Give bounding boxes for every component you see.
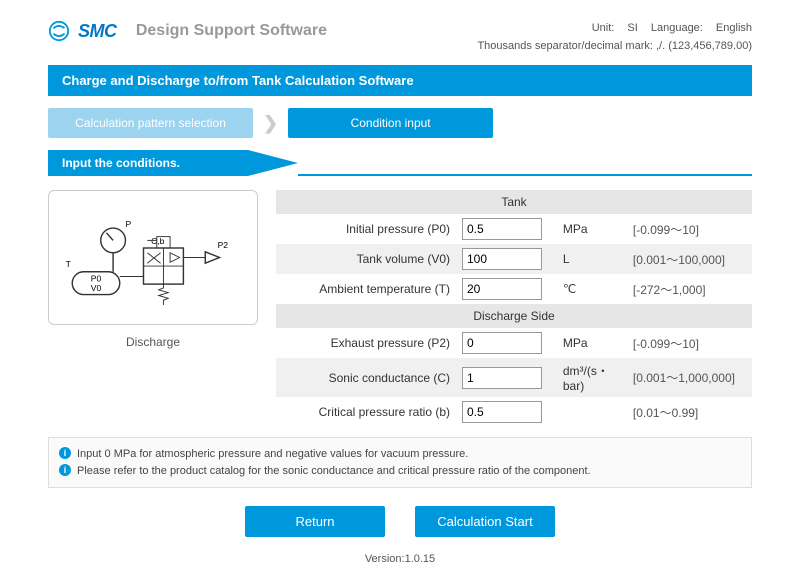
v0-label: Tank volume (V0) (276, 244, 456, 274)
info-line-1: Input 0 MPa for atmospheric pressure and… (77, 446, 468, 463)
b-label: Critical pressure ratio (b) (276, 397, 456, 427)
separator-note: Thousands separator/decimal mark: ,/. (1… (477, 38, 752, 56)
v0-range: [0.001～100,000] (627, 244, 752, 274)
c-label: Sonic conductance (C) (276, 358, 456, 397)
discharge-diagram: P0 V0 P T C,b (48, 190, 258, 325)
b-unit (557, 397, 627, 427)
discharge-section-header: Discharge Side (276, 304, 752, 328)
lang-value: English (716, 22, 752, 34)
t-range: [-272～1,000] (627, 274, 752, 304)
c-range: [0.001～1,000,000] (627, 358, 752, 397)
logo-text: SMC (78, 21, 117, 42)
diagram-caption: Discharge (48, 335, 258, 349)
return-button[interactable]: Return (245, 506, 385, 537)
smc-logo-icon (48, 20, 70, 42)
info-box: i Input 0 MPa for atmospheric pressure a… (48, 437, 752, 488)
svg-text:i: i (64, 448, 67, 458)
info-icon: i (59, 447, 71, 459)
c-unit: dm³/(s・bar) (557, 358, 627, 397)
p0-label: Initial pressure (P0) (276, 214, 456, 244)
unit-value: SI (627, 22, 637, 34)
breadcrumb-step-1[interactable]: Calculation pattern selection (48, 108, 253, 138)
v0-unit: L (557, 244, 627, 274)
svg-text:i: i (64, 465, 67, 475)
info-icon: i (59, 464, 71, 476)
lang-label: Language: (651, 22, 703, 34)
b-input[interactable] (462, 401, 542, 423)
t-input[interactable] (462, 278, 542, 300)
b-range: [0.01～0.99] (627, 397, 752, 427)
section-arrow-icon (248, 150, 298, 176)
info-line-2: Please refer to the product catalog for … (77, 463, 591, 480)
p0-unit: MPa (557, 214, 627, 244)
v0-input[interactable] (462, 248, 542, 270)
header: SMC Design Support Software Unit: SI Lan… (48, 20, 752, 55)
diagram-label-p2: P2 (218, 240, 229, 250)
p2-input[interactable] (462, 332, 542, 354)
breadcrumb: Calculation pattern selection ❯ Conditio… (48, 108, 752, 138)
p2-label: Exhaust pressure (P2) (276, 328, 456, 358)
diagram-label-t: T (66, 259, 72, 269)
chevron-right-icon: ❯ (263, 113, 278, 134)
diagram-label-p0: P0 (91, 273, 102, 283)
unit-label: Unit: (592, 22, 615, 34)
p2-unit: MPa (557, 328, 627, 358)
p0-input[interactable] (462, 218, 542, 240)
p0-range: [-0.099～10] (627, 214, 752, 244)
diagram-label-p: P (125, 219, 131, 229)
t-label: Ambient temperature (T) (276, 274, 456, 304)
tank-section-header: Tank (276, 190, 752, 214)
diagram-label-cb: C,b (151, 236, 165, 246)
section-label: Input the conditions. (48, 150, 248, 176)
breadcrumb-step-2[interactable]: Condition input (288, 108, 493, 138)
app-title: Design Support Software (136, 22, 327, 40)
version-label: Version:1.0.15 (48, 553, 752, 565)
p2-range: [-0.099～10] (627, 328, 752, 358)
page-title: Charge and Discharge to/from Tank Calcul… (48, 65, 752, 96)
t-unit: ℃ (557, 274, 627, 304)
c-input[interactable] (462, 367, 542, 389)
section-divider (298, 174, 752, 176)
calculation-start-button[interactable]: Calculation Start (415, 506, 555, 537)
diagram-label-v0: V0 (91, 283, 102, 293)
input-table: Tank Initial pressure (P0) MPa [-0.099～1… (276, 190, 752, 427)
